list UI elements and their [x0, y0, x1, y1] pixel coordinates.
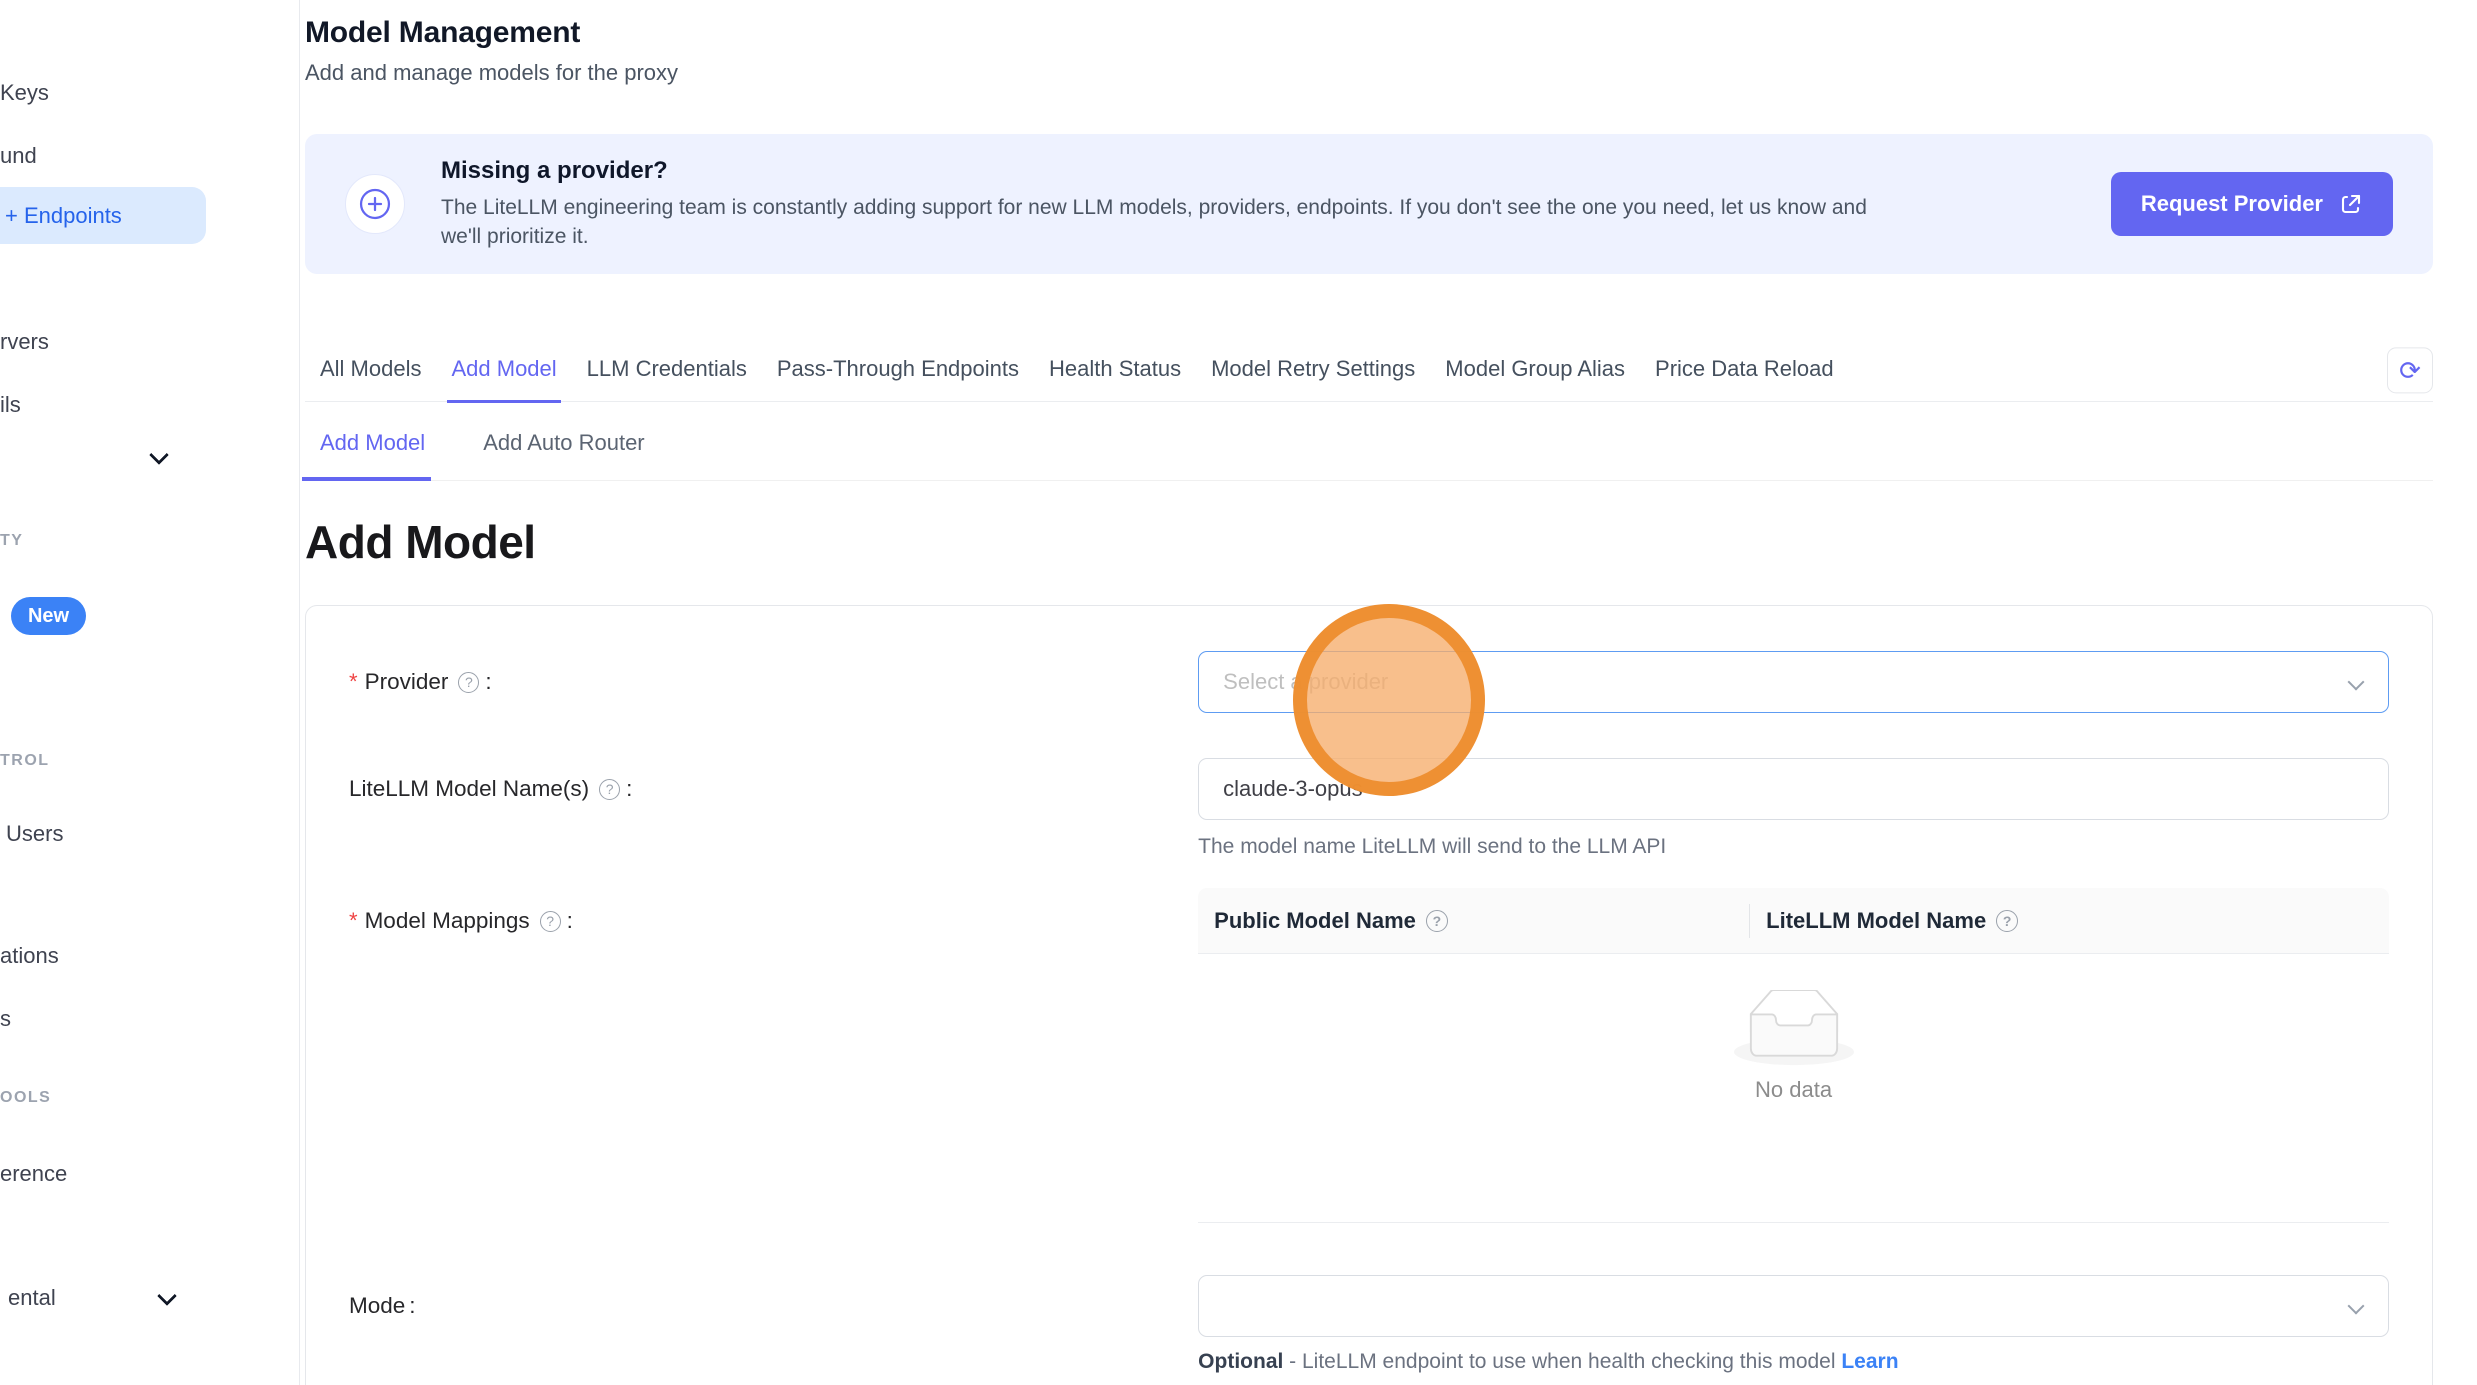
provider-row: * Provider ? : Select a provider: [349, 651, 2389, 713]
sidebar-item-keys[interactable]: Keys: [0, 79, 49, 107]
sidebar-item-collapsible[interactable]: [0, 440, 200, 476]
sidebar: Keys und + Endpoints rvers ils TY New TR…: [0, 0, 300, 1385]
banner-line-1: The LiteLLM engineering team is constant…: [441, 193, 1867, 222]
help-icon[interactable]: ?: [599, 779, 620, 800]
learn-link[interactable]: Learn: [1841, 1350, 1898, 1373]
model-name-helper: The model name LiteLLM will send to the …: [1198, 834, 2389, 860]
tab-pass-through-endpoints[interactable]: Pass-Through Endpoints: [777, 356, 1019, 382]
sidebar-section-ty: TY: [0, 532, 23, 550]
tab-model-retry-settings[interactable]: Model Retry Settings: [1211, 356, 1415, 382]
chevron-down-icon: [2348, 1298, 2365, 1315]
tab-all-models[interactable]: All Models: [320, 356, 421, 382]
tab-price-data-reload[interactable]: Price Data Reload: [1655, 356, 1834, 382]
request-provider-button[interactable]: Request Provider: [2111, 172, 2393, 236]
add-model-heading: Add Model: [305, 517, 2433, 567]
request-provider-label: Request Provider: [2141, 191, 2323, 217]
sidebar-item-organizations[interactable]: ations: [0, 942, 59, 970]
no-data-text: No data: [1755, 1077, 1832, 1103]
sidebar-item-users[interactable]: Users: [6, 820, 63, 848]
model-name-input[interactable]: [1198, 758, 2389, 820]
provider-select[interactable]: Select a provider: [1198, 651, 2389, 713]
sidebar-item-s[interactable]: s: [0, 1005, 11, 1033]
chevron-down-icon: [2348, 674, 2365, 691]
help-icon[interactable]: ?: [1996, 910, 2018, 932]
external-link-icon: [2339, 192, 2363, 216]
main-content: Model Management Add and manage models f…: [300, 0, 2477, 1385]
empty-box-icon: [1734, 990, 1854, 1067]
model-name-label: LiteLLM Model Name(s) ? :: [349, 758, 1198, 820]
chevron-down-icon: [149, 445, 169, 465]
banner-line-2: we'll prioritize it.: [441, 222, 1867, 251]
empty-state: No data: [1198, 954, 2389, 1223]
chevron-down-icon: [157, 1286, 177, 1306]
model-mappings-label: * Model Mappings ? :: [349, 888, 1198, 954]
plus-circle-icon: [345, 174, 405, 234]
model-name-row: LiteLLM Model Name(s) ? : The model name…: [349, 758, 2389, 860]
refresh-icon: ⟳: [2399, 357, 2421, 383]
help-icon[interactable]: ?: [1426, 910, 1448, 932]
page-title: Model Management: [305, 16, 2433, 50]
subtab-add-auto-router[interactable]: Add Auto Router: [483, 430, 644, 456]
sidebar-item-erence[interactable]: erence: [0, 1160, 67, 1188]
tab-llm-credentials[interactable]: LLM Credentials: [587, 356, 747, 382]
provider-placeholder: Select a provider: [1223, 669, 1388, 695]
missing-provider-banner: Missing a provider? The LiteLLM engineer…: [305, 134, 2433, 274]
sidebar-section-tools: OOLS: [0, 1089, 51, 1107]
sidebar-item-playground[interactable]: und: [0, 142, 37, 170]
sidebar-item-servers[interactable]: rvers: [0, 328, 49, 356]
mode-label: Mode :: [349, 1275, 1198, 1337]
model-tabs: All Models Add Model LLM Credentials Pas…: [305, 346, 2433, 402]
sidebar-item-label: ental: [8, 1285, 56, 1310]
page-subtitle: Add and manage models for the proxy: [305, 60, 2433, 86]
tab-add-model[interactable]: Add Model: [451, 356, 556, 382]
add-model-form-card: * Provider ? : Select a provider LiteLLM…: [305, 605, 2433, 1385]
table-header: Public Model Name ? LiteLLM Model Name ?: [1198, 888, 2389, 954]
model-mappings-table: Public Model Name ? LiteLLM Model Name ?: [1198, 888, 2389, 1223]
help-icon[interactable]: ?: [458, 672, 479, 693]
banner-title: Missing a provider?: [441, 157, 1867, 185]
sidebar-item-ils[interactable]: ils: [0, 391, 21, 419]
refresh-button[interactable]: ⟳: [2387, 347, 2433, 393]
required-marker: *: [349, 908, 358, 934]
new-badge: New: [11, 597, 86, 635]
sidebar-item-models-endpoints[interactable]: + Endpoints: [0, 187, 206, 244]
sidebar-item-experimental[interactable]: ental: [8, 1284, 228, 1312]
model-mappings-row: * Model Mappings ? : Public Model Name ?…: [349, 888, 2389, 1223]
tab-model-group-alias[interactable]: Model Group Alias: [1445, 356, 1625, 382]
sidebar-section-trol: TROL: [0, 752, 50, 770]
sidebar-item-label: + Endpoints: [0, 203, 122, 229]
mode-row: Mode : Optional - LiteLLM endpoint to us…: [349, 1275, 2389, 1375]
provider-label: * Provider ? :: [349, 651, 1198, 713]
add-model-subtabs: Add Model Add Auto Router: [305, 402, 2433, 481]
help-icon[interactable]: ?: [540, 911, 561, 932]
mode-helper: Optional - LiteLLM endpoint to use when …: [1198, 1349, 2389, 1375]
mode-select[interactable]: [1198, 1275, 2389, 1337]
column-public-model-name: Public Model Name ?: [1198, 908, 1749, 934]
subtab-add-model[interactable]: Add Model: [320, 430, 425, 456]
banner-text: Missing a provider? The LiteLLM engineer…: [441, 157, 1867, 251]
column-litellm-model-name: LiteLLM Model Name ?: [1750, 908, 2023, 934]
tab-health-status[interactable]: Health Status: [1049, 356, 1181, 382]
required-marker: *: [349, 669, 358, 695]
